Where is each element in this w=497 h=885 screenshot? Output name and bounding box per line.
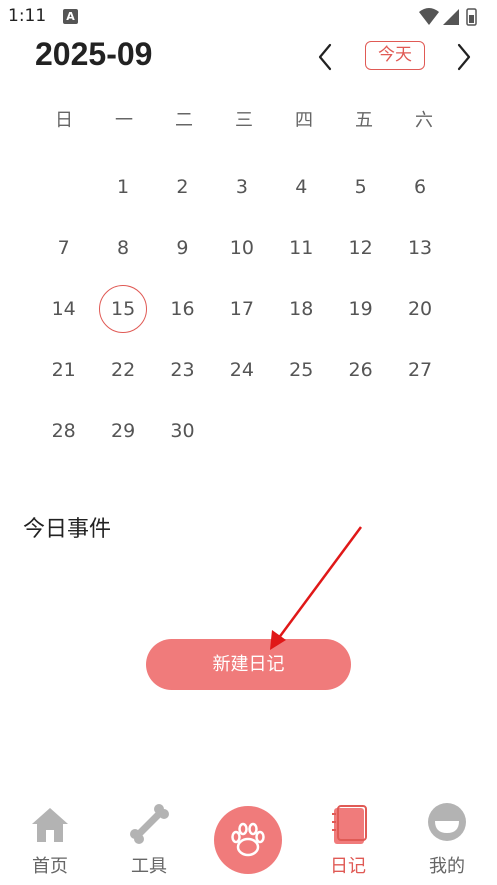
month-title: 2025-09 — [35, 36, 153, 72]
calendar-day[interactable]: 9 — [153, 217, 212, 278]
cell-signal-icon — [443, 9, 459, 25]
calendar-day[interactable]: 8 — [93, 217, 152, 278]
weekday-label: 五 — [355, 110, 373, 131]
calendar-day-number: 24 — [229, 358, 254, 381]
calendar-day-number: 12 — [348, 236, 373, 259]
nav-profile-label: 我的 — [429, 856, 465, 877]
calendar-day[interactable]: 5 — [331, 156, 390, 217]
calendar-day-number: 5 — [354, 175, 367, 198]
chevron-left-icon — [318, 43, 332, 71]
calendar-day-number: 27 — [407, 358, 433, 381]
nav-home[interactable]: 首页 — [15, 802, 85, 882]
calendar-day[interactable]: 20 — [390, 278, 449, 339]
calendar-day-number: 18 — [289, 297, 314, 320]
calendar-day-number: 19 — [348, 297, 373, 320]
calendar-day[interactable]: 1 — [93, 156, 152, 217]
calendar-day-number: 9 — [176, 236, 189, 259]
nav-tools-label: 工具 — [131, 856, 167, 877]
calendar-day[interactable]: 12 — [331, 217, 390, 278]
calendar-day[interactable]: 28 — [34, 400, 93, 461]
wifi-icon — [419, 8, 439, 25]
calendar-day-number: 22 — [110, 358, 136, 381]
next-month-button[interactable] — [449, 40, 479, 74]
bottom-navigation: 首页 工具 日记 我的 — [0, 790, 497, 885]
weekday-label: 日 — [55, 110, 73, 131]
calendar-day[interactable]: 29 — [93, 400, 152, 461]
center-paw-button[interactable] — [214, 806, 282, 874]
calendar-day-number: 6 — [413, 175, 427, 198]
notification-icon: A — [63, 9, 78, 24]
calendar-day[interactable]: 26 — [331, 339, 390, 400]
calendar-day-number: 16 — [170, 297, 195, 320]
calendar-day-number: 2 — [176, 175, 189, 198]
calendar-day[interactable]: 19 — [331, 278, 390, 339]
weekday-label: 三 — [235, 110, 253, 131]
calendar-blank-cell — [34, 156, 93, 217]
nav-home-label: 首页 — [32, 856, 68, 877]
calendar-day-number: 17 — [229, 297, 254, 320]
calendar-day-number: 11 — [289, 236, 314, 259]
chevron-right-icon — [457, 43, 471, 71]
calendar-day-number: 15 — [99, 284, 148, 333]
calendar-day-number: 28 — [51, 419, 76, 442]
calendar-day[interactable]: 2 — [153, 156, 212, 217]
calendar-day[interactable]: 22 — [93, 339, 152, 400]
signal-battery-icons — [419, 8, 477, 26]
today-button[interactable]: 今天 — [365, 41, 425, 70]
nav-diary[interactable]: 日记 — [313, 802, 383, 882]
calendar-day[interactable]: 30 — [153, 400, 212, 461]
calendar-day-number: 21 — [51, 358, 76, 381]
nav-tools[interactable]: 工具 — [114, 802, 184, 882]
calendar-day[interactable]: 17 — [212, 278, 271, 339]
calendar-day-number: 3 — [235, 175, 248, 198]
weekday-label: 一 — [115, 110, 133, 131]
calendar-day-number: 29 — [110, 419, 136, 442]
calendar-day-number: 7 — [57, 236, 70, 259]
calendar-day[interactable]: 3 — [212, 156, 271, 217]
calendar-day-number: 4 — [295, 175, 308, 198]
weekday-label: 二 — [175, 110, 193, 131]
calendar-day[interactable]: 25 — [272, 339, 331, 400]
calendar-day-number: 20 — [407, 297, 433, 320]
calendar-day-number: 23 — [170, 358, 195, 381]
notebook-icon — [332, 805, 367, 844]
calendar-day-number: 30 — [170, 419, 195, 442]
calendar-grid: 1 2 3 4 5 6 7 8 9 10 11 12 13 14 15 16 17 18 19 20 21 22 23 24 2… — [34, 156, 450, 461]
calendar-day[interactable]: 16 — [153, 278, 212, 339]
calendar-day[interactable]: 24 — [212, 339, 271, 400]
calendar-day[interactable]: 6 — [390, 156, 449, 217]
prev-month-button[interactable] — [311, 40, 341, 74]
calendar-day-number: 8 — [117, 236, 130, 259]
calendar-day[interactable]: 18 — [272, 278, 331, 339]
calendar-day-number: 13 — [407, 236, 433, 259]
calendar-day[interactable]: 13 — [390, 217, 449, 278]
nav-diary-label: 日记 — [330, 856, 366, 877]
bone-icon — [130, 804, 169, 844]
weekday-label: 四 — [295, 110, 313, 131]
nav-profile[interactable]: 我的 — [412, 802, 482, 882]
calendar-day-selected[interactable]: 15 — [93, 278, 152, 339]
weekday-label: 六 — [415, 110, 433, 131]
today-events-title: 今日事件 — [23, 517, 112, 542]
weekday-header: 日 一 二 三 四 五 六 — [34, 106, 464, 131]
status-time: 1:11 — [8, 6, 47, 26]
calendar-day[interactable]: 11 — [272, 217, 331, 278]
calendar-day-number: 14 — [51, 297, 76, 320]
calendar-day-number: 1 — [117, 175, 130, 198]
profile-icon — [428, 803, 466, 841]
calendar-day[interactable]: 21 — [34, 339, 93, 400]
new-diary-button[interactable]: 新建日记 — [146, 639, 351, 690]
calendar-day-number: 26 — [348, 358, 373, 381]
status-bar: 1:11 A — [0, 0, 497, 34]
calendar-day[interactable]: 4 — [272, 156, 331, 217]
calendar-day[interactable]: 10 — [212, 217, 271, 278]
calendar-day[interactable]: 27 — [390, 339, 449, 400]
calendar-day-number: 10 — [229, 236, 254, 259]
paw-icon — [231, 822, 265, 857]
calendar-day[interactable]: 7 — [34, 217, 93, 278]
calendar-day[interactable]: 23 — [153, 339, 212, 400]
calendar-day[interactable]: 14 — [34, 278, 93, 339]
home-icon — [32, 808, 68, 842]
calendar-day-number: 25 — [289, 358, 314, 381]
